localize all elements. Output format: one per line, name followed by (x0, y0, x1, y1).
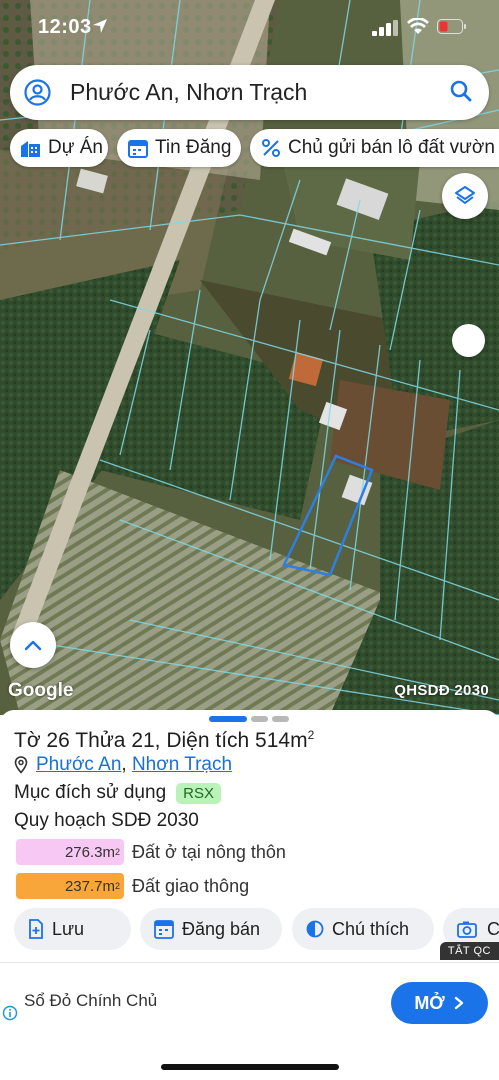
calendar-icon (154, 920, 174, 939)
parcel-title: Tờ 26 Thửa 21, Diện tích 514m2 (14, 728, 314, 753)
zone-area-sup: 2 (114, 881, 120, 891)
ad-banner[interactable]: Sổ Đỏ Chính Chủ MỞ (0, 962, 499, 1042)
signal-icon (372, 20, 398, 36)
parcel-address: Phước An, Nhơn Trạch (14, 754, 232, 776)
google-attribution: Google (8, 680, 74, 701)
chip-tin-dang[interactable]: Tin Đăng (117, 129, 241, 167)
zone-row: 276.3m 2 Đất ở tại nông thôn (16, 839, 286, 865)
save-label: Lưu (52, 918, 85, 939)
pager-dot (251, 716, 268, 722)
chip-label: Dự Án (48, 137, 103, 158)
map-view[interactable]: 12:03 Phước An, Nhơn Trạch Dự Án Tin Đăn… (0, 0, 499, 715)
parcel-title-text: Tờ 26 Thửa 21, Diện tích 514m (14, 729, 308, 752)
district-link[interactable]: Nhơn Trạch (132, 754, 232, 776)
legend-label: Chú thích (332, 918, 410, 939)
ad-open-button[interactable]: MỞ (391, 982, 488, 1024)
battery-icon (437, 19, 466, 34)
hide-ads-button[interactable]: TẮT QC (439, 942, 499, 960)
layers-button[interactable] (442, 173, 488, 219)
zone-area-value: 237.7m (64, 877, 115, 895)
calendar-icon (128, 140, 148, 158)
camera-icon (457, 921, 477, 938)
status-time: 12:03 (38, 16, 92, 38)
zone-area: 276.3m 2 (16, 839, 124, 865)
zone-row: 237.7m 2 Đất giao thông (16, 873, 249, 899)
chip-label: Chủ gửi bán lô đất vườn (288, 137, 495, 158)
purpose-code-badge: RSX (176, 782, 221, 804)
zone-area: 237.7m 2 (16, 873, 124, 899)
action-buttons: Lưu Đăng bán Chú thích C (0, 908, 499, 952)
post-sale-label: Đăng bán (182, 918, 261, 939)
land-use-purpose: Mục đích sử dụng RSX (14, 782, 221, 804)
user-account-icon[interactable] (24, 79, 51, 106)
chip-label: Tin Đăng (155, 137, 232, 158)
search-bar[interactable]: Phước An, Nhơn Trạch (10, 65, 489, 120)
chevron-up-icon (24, 640, 42, 651)
bottom-safe-area (0, 1042, 499, 1080)
chip-chu-gui-ban[interactable]: Chủ gửi bán lô đất vườn (250, 129, 499, 167)
map-control-dot[interactable] (452, 324, 485, 357)
percent-tag-icon (262, 139, 280, 157)
search-icon[interactable] (449, 79, 473, 103)
legend-button[interactable]: Chú thích (292, 908, 434, 950)
zone-label: Đất giao thông (132, 875, 250, 896)
camera-label: C (487, 918, 499, 939)
zone-label: Đất ở tại nông thôn (132, 841, 286, 862)
pager-dot-active (209, 716, 247, 722)
purpose-label: Mục đích sử dụng (14, 782, 167, 803)
layers-icon (455, 186, 475, 204)
parcel-info-sheet: Tờ 26 Thửa 21, Diện tích 514m2 Phước An,… (0, 710, 499, 970)
save-button[interactable]: Lưu (14, 908, 131, 950)
add-file-icon (29, 919, 43, 939)
chip-du-an[interactable]: Dự Án (10, 129, 108, 167)
ad-text: Sổ Đỏ Chính Chủ (24, 991, 158, 1010)
plan-label: Quy hoạch SDĐ 2030 (14, 810, 199, 831)
search-input[interactable]: Phước An, Nhơn Trạch (70, 79, 307, 106)
ad-open-label: MỞ (414, 992, 445, 1013)
zone-area-sup: 2 (114, 847, 120, 857)
post-sale-button[interactable]: Đăng bán (140, 908, 282, 950)
expand-up-button[interactable] (10, 622, 56, 668)
pager-dot (272, 716, 289, 722)
address-separator: , (121, 754, 127, 775)
location-arrow-icon (93, 19, 107, 33)
ward-link[interactable]: Phước An (36, 754, 121, 776)
layer-label: QHSDĐ 2030 (394, 682, 489, 699)
location-pin-icon (14, 756, 28, 774)
zone-area-value: 276.3m (64, 843, 115, 861)
home-indicator[interactable] (161, 1064, 339, 1070)
parcel-title-sup: 2 (307, 728, 315, 742)
chevron-right-icon (454, 996, 463, 1010)
wifi-icon (407, 18, 429, 34)
contrast-icon (306, 920, 324, 938)
status-bar: 12:03 (0, 0, 499, 56)
info-icon[interactable] (2, 1005, 18, 1021)
filter-chips: Dự Án Tin Đăng Chủ gửi bán lô đất vườn (0, 129, 499, 167)
buildings-icon (21, 141, 40, 157)
